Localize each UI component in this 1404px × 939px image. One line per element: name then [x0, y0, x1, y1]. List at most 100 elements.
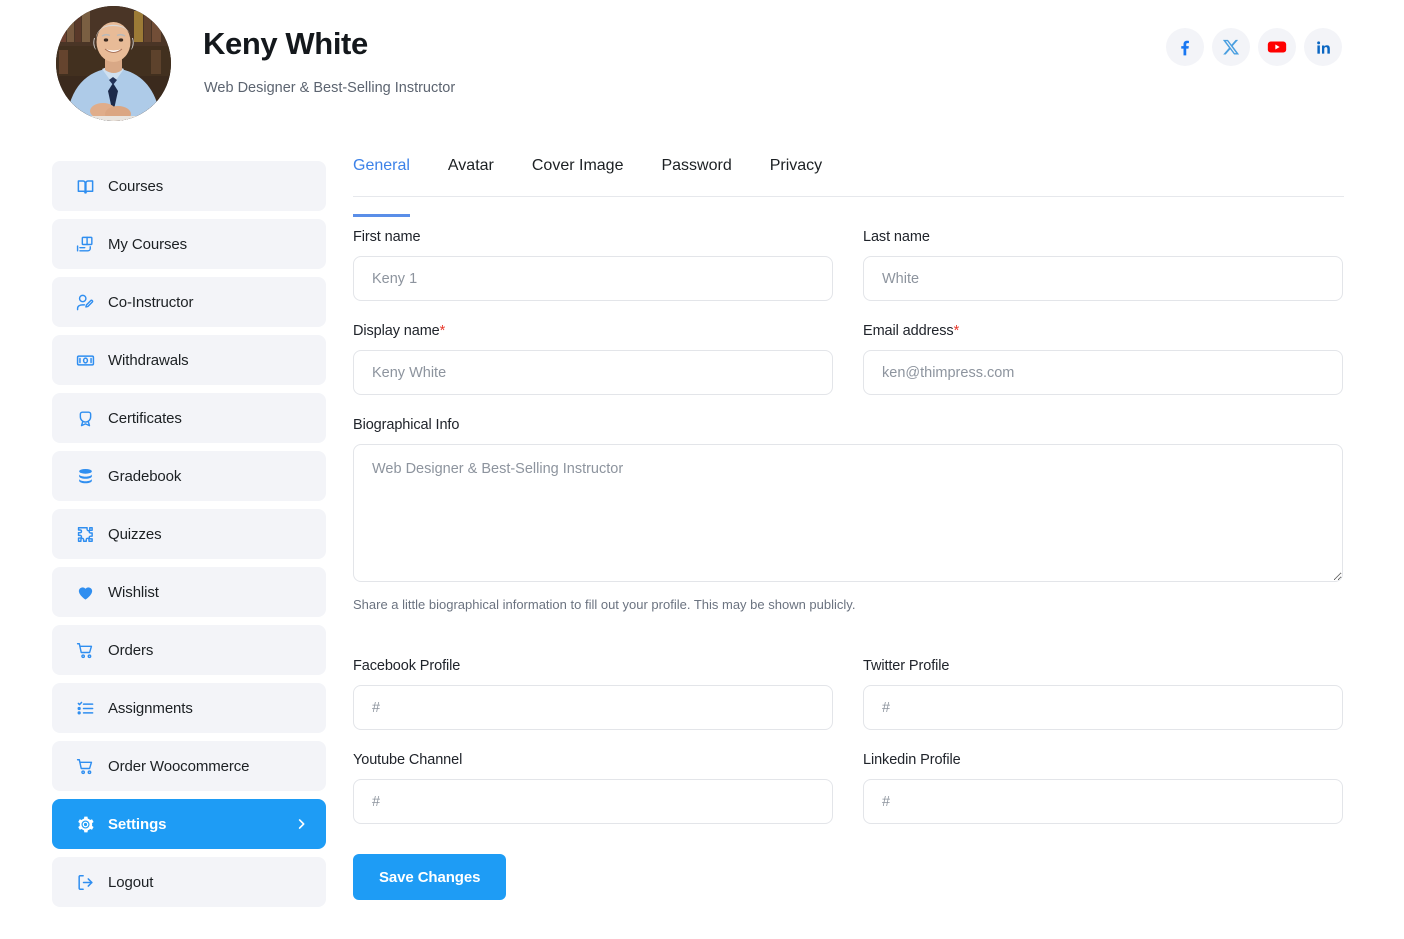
sidebar-label: Gradebook	[108, 468, 181, 485]
sidebar-label: Logout	[108, 874, 153, 891]
linkedin-link[interactable]	[1304, 28, 1342, 66]
field-twitter-profile: Twitter Profile	[863, 658, 1343, 730]
youtube-link[interactable]	[1258, 28, 1296, 66]
youtube-channel-label: Youtube Channel	[353, 752, 833, 768]
youtube-channel-input[interactable]	[353, 779, 833, 824]
profile-header: Keny White Web Designer & Best-Selling I…	[0, 0, 1404, 130]
settings-tabs: General Avatar Cover Image Password Priv…	[353, 155, 1344, 197]
sidebar-item-quizzes[interactable]: Quizzes	[52, 509, 326, 559]
facebook-icon	[1175, 37, 1195, 57]
sidebar-label: Co-Instructor	[108, 294, 193, 311]
tab-privacy[interactable]: Privacy	[770, 155, 844, 196]
sidebar-item-withdrawals[interactable]: Withdrawals	[52, 335, 326, 385]
sidebar-label: Courses	[108, 178, 163, 195]
general-settings-form: First name Last name Display name* Email…	[353, 229, 1344, 900]
form-row: Youtube Channel Linkedin Profile	[353, 752, 1344, 824]
form-row: First name Last name	[353, 229, 1344, 301]
page-title: Keny White	[203, 26, 368, 62]
required-marker: *	[954, 323, 960, 339]
form-row: Display name* Email address*	[353, 323, 1344, 395]
field-youtube-channel: Youtube Channel	[353, 752, 833, 824]
sidebar-label: Certificates	[108, 410, 182, 427]
sidebar-item-logout[interactable]: Logout	[52, 857, 326, 907]
x-twitter-icon	[1222, 38, 1240, 56]
twitter-profile-input[interactable]	[863, 685, 1343, 730]
sidebar-item-certificates[interactable]: Certificates	[52, 393, 326, 443]
gear-icon	[74, 813, 96, 835]
tab-password[interactable]: Password	[661, 155, 753, 196]
form-row: Biographical Info Share a little biograp…	[353, 417, 1344, 636]
display-name-label-text: Display name	[353, 323, 440, 339]
sidebar-label: My Courses	[108, 236, 187, 253]
sidebar-item-settings[interactable]: Settings	[52, 799, 326, 849]
email-label-text: Email address	[863, 323, 954, 339]
required-marker: *	[440, 323, 446, 339]
email-label: Email address*	[863, 323, 1343, 339]
user-edit-icon	[74, 291, 96, 313]
settings-panel: General Avatar Cover Image Password Priv…	[353, 155, 1344, 900]
facebook-link[interactable]	[1166, 28, 1204, 66]
last-name-label: Last name	[863, 229, 1343, 245]
sidebar-label: Orders	[108, 642, 153, 659]
book-icon	[74, 175, 96, 197]
layers-icon	[74, 465, 96, 487]
tab-avatar[interactable]: Avatar	[448, 155, 516, 196]
avatar-photo	[56, 6, 171, 121]
youtube-icon	[1266, 36, 1288, 58]
sidebar-item-wishlist[interactable]: Wishlist	[52, 567, 326, 617]
sidebar-label: Settings	[108, 816, 166, 833]
cart-icon	[74, 639, 96, 661]
save-changes-button[interactable]: Save Changes	[353, 854, 506, 900]
sidebar-item-assignments[interactable]: Assignments	[52, 683, 326, 733]
display-name-input[interactable]	[353, 350, 833, 395]
first-name-label: First name	[353, 229, 833, 245]
award-icon	[74, 407, 96, 429]
list-check-icon	[74, 697, 96, 719]
tab-cover-image[interactable]: Cover Image	[532, 155, 646, 196]
last-name-input[interactable]	[863, 256, 1343, 301]
hand-book-icon	[74, 233, 96, 255]
money-bill-icon	[74, 349, 96, 371]
linkedin-profile-input[interactable]	[863, 779, 1343, 824]
sidebar-item-gradebook[interactable]: Gradebook	[52, 451, 326, 501]
bio-textarea[interactable]	[353, 444, 1343, 582]
sidebar-item-co-instructor[interactable]: Co-Instructor	[52, 277, 326, 327]
sidebar-label: Quizzes	[108, 526, 162, 543]
field-last-name: Last name	[863, 229, 1343, 301]
first-name-input[interactable]	[353, 256, 833, 301]
field-facebook-profile: Facebook Profile	[353, 658, 833, 730]
sidebar-label: Assignments	[108, 700, 193, 717]
linkedin-profile-label: Linkedin Profile	[863, 752, 1343, 768]
social-links	[1166, 28, 1342, 66]
facebook-profile-label: Facebook Profile	[353, 658, 833, 674]
sidebar-item-courses[interactable]: Courses	[52, 161, 326, 211]
bio-label: Biographical Info	[353, 417, 1343, 433]
email-input[interactable]	[863, 350, 1343, 395]
field-first-name: First name	[353, 229, 833, 301]
twitter-profile-label: Twitter Profile	[863, 658, 1343, 674]
profile-tagline: Web Designer & Best-Selling Instructor	[204, 80, 455, 96]
sidebar-item-my-courses[interactable]: My Courses	[52, 219, 326, 269]
cart-icon	[74, 755, 96, 777]
puzzle-icon	[74, 523, 96, 545]
facebook-profile-input[interactable]	[353, 685, 833, 730]
bio-helper-text: Share a little biographical information …	[353, 597, 1343, 612]
sidebar-label: Withdrawals	[108, 352, 189, 369]
field-display-name: Display name*	[353, 323, 833, 395]
logout-icon	[74, 871, 96, 893]
form-row: Facebook Profile Twitter Profile	[353, 658, 1344, 730]
field-linkedin-profile: Linkedin Profile	[863, 752, 1343, 824]
avatar	[56, 6, 171, 121]
sidebar-nav: Courses My Courses Co-Instructor	[52, 161, 326, 915]
field-email: Email address*	[863, 323, 1343, 395]
sidebar-item-orders[interactable]: Orders	[52, 625, 326, 675]
display-name-label: Display name*	[353, 323, 833, 339]
sidebar-label: Order Woocommerce	[108, 758, 249, 775]
x-twitter-link[interactable]	[1212, 28, 1250, 66]
field-bio: Biographical Info Share a little biograp…	[353, 417, 1343, 636]
tab-general[interactable]: General	[353, 155, 432, 196]
chevron-right-icon	[295, 818, 308, 831]
linkedin-icon	[1314, 38, 1333, 57]
sidebar-item-order-woocommerce[interactable]: Order Woocommerce	[52, 741, 326, 791]
heart-icon	[74, 581, 96, 603]
